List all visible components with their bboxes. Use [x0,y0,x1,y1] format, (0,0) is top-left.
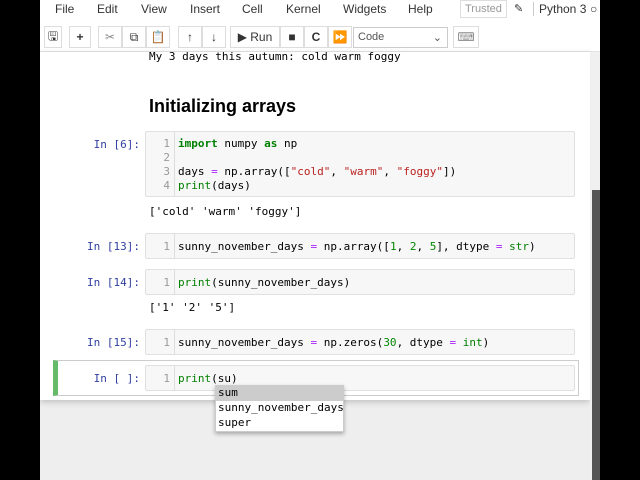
line-number: 1 [163,372,170,385]
code-line: import numpy as np [178,137,298,150]
previous-output: My 3 days this autumn: cold warm foggy [149,50,401,63]
stop-icon[interactable]: ■ [280,26,304,48]
markdown-heading: Initializing arrays [149,96,297,116]
cell-output: ['cold' 'warm' 'foggy'] [149,205,302,218]
cell-prompt: In [ ]: [93,372,140,385]
keyboard-icon[interactable]: ⌨ [453,26,479,48]
cell-type-value: Code [358,31,385,43]
code-cell-input[interactable]: 1 sunny_november_days = np.array([1, 2, 5… [145,233,575,259]
paste-icon[interactable]: 📋 [146,26,170,48]
move-down-icon[interactable]: ↓ [202,26,226,48]
menu-bar: File Edit View Insert Cell Kernel Widget… [40,0,600,20]
scrollbar-thumb[interactable] [592,190,600,480]
add-cell-icon[interactable]: + [69,26,91,48]
menu-file[interactable]: File [55,2,74,16]
trusted-badge[interactable]: Trusted [460,0,507,18]
chevron-down-icon: ⌄ [432,32,442,44]
kernel-status-icon: ○ [590,2,598,16]
run-button[interactable]: ▶ Run [230,26,280,48]
toolbar: 🖫 + ✂ ⧉ 📋 ↑ ↓ ▶ Run ■ C ⏩ Code ⌄ ⌨ [40,20,600,52]
code-line: sunny_november_days = np.array([1, 2, 5]… [178,240,536,253]
save-icon[interactable]: 🖫 [44,26,62,48]
notebook-container: My 3 days this autumn: cold warm foggy I… [40,50,590,400]
line-number: 1 [163,240,170,253]
kernel-name[interactable]: Python 3 [533,2,586,16]
line-number: 2 [163,151,170,164]
code-cell-input[interactable]: 1 import numpy as np 2 3 days = np.array([… [145,131,575,197]
run-label: Run [250,30,273,44]
jupyter-app: File Edit View Insert Cell Kernel Widget… [40,0,600,480]
restart-icon[interactable]: C [304,26,328,48]
code-line: days = np.array(["cold", "warm", "foggy"… [178,165,457,178]
play-icon: ▶ [237,30,251,44]
cut-icon[interactable]: ✂ [98,26,122,48]
line-number: 1 [163,137,170,150]
move-up-icon[interactable]: ↑ [178,26,202,48]
code-line: sunny_november_days = np.zeros(30, dtype… [178,336,490,349]
menu-kernel[interactable]: Kernel [286,2,321,16]
menu-cell[interactable]: Cell [242,2,263,16]
line-number: 1 [163,276,170,289]
cell-prompt: In [14]: [87,276,140,289]
menu-help[interactable]: Help [408,2,433,16]
menu-edit[interactable]: Edit [97,2,118,16]
cell-prompt: In [13]: [87,240,140,253]
copy-icon[interactable]: ⧉ [122,26,146,48]
code-line: print(days) [178,179,251,192]
pencil-icon[interactable]: ✎ [514,2,523,15]
cell-output: ['1' '2' '5'] [149,301,236,314]
autocomplete-dropdown: sum sunny_november_days super [215,385,344,432]
autocomplete-option[interactable]: sunny_november_days [216,401,344,416]
menu-view[interactable]: View [141,2,167,16]
code-cell-input-active[interactable]: 1 print(su) [145,365,575,391]
fast-forward-icon[interactable]: ⏩ [328,26,352,48]
code-cell-input[interactable]: 1 sunny_november_days = np.zeros(30, dtyp… [145,329,575,355]
autocomplete-option[interactable]: super [216,416,343,431]
code-line: print(sunny_november_days) [178,276,351,289]
cell-type-select[interactable]: Code ⌄ [353,27,448,48]
cell-prompt: In [6]: [93,138,140,151]
code-cell-input[interactable]: 1 print(sunny_november_days) [145,269,575,295]
menu-widgets[interactable]: Widgets [343,2,386,16]
menu-insert[interactable]: Insert [190,2,220,16]
code-line: print(su) [178,372,238,385]
line-number: 4 [163,179,170,192]
cell-prompt: In [15]: [87,336,140,349]
line-number: 1 [163,336,170,349]
line-number: 3 [163,165,170,178]
autocomplete-option[interactable]: sum [216,386,343,401]
